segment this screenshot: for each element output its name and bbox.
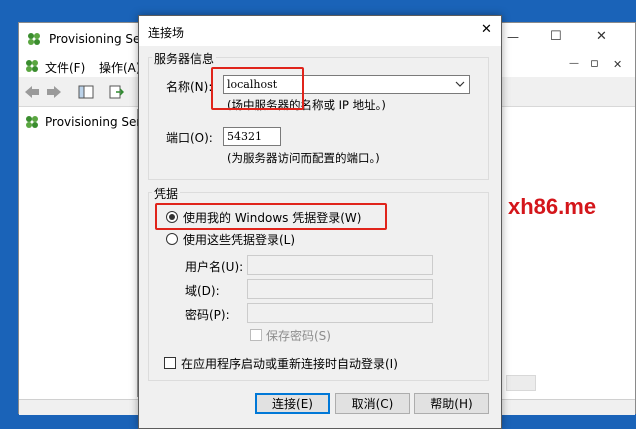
username-input[interactable] xyxy=(247,255,433,275)
port-value: 54321 xyxy=(227,130,262,143)
connect-farm-dialog: 连接场 ✕ 服务器信息 名称(N): localhost (场中服务器的名称或 … xyxy=(138,15,502,429)
provisioning-icon xyxy=(25,115,39,129)
desktop: { "app": { "title": "Provisioning Se", "… xyxy=(0,0,636,429)
port-hint: (为服务器访问而配置的端口。) xyxy=(227,151,380,165)
name-label: 名称(N): xyxy=(166,80,213,94)
export-list-icon[interactable] xyxy=(107,83,125,101)
inner-minimize-button[interactable]: — xyxy=(569,58,579,69)
inner-close-button[interactable]: ✕ xyxy=(613,58,622,71)
port-input[interactable]: 54321 xyxy=(223,127,281,146)
password-label: 密码(P): xyxy=(185,308,230,322)
console-menu-icon[interactable] xyxy=(25,59,39,73)
tree-item-provisioning[interactable]: Provisioning Ser xyxy=(21,113,142,131)
auto-login-checkbox[interactable] xyxy=(164,357,176,369)
save-password-checkbox[interactable] xyxy=(250,329,262,341)
dialog-close-button[interactable]: ✕ xyxy=(481,22,492,37)
help-button[interactable]: 帮助(H) xyxy=(414,393,489,414)
maximize-button[interactable]: ☐ xyxy=(550,29,562,44)
auto-login-label[interactable]: 在应用程序启动或重新连接时自动登录(I) xyxy=(181,355,398,372)
horizontal-scrollbar[interactable] xyxy=(506,375,536,391)
inner-restore-button[interactable]: ▫ xyxy=(590,56,599,71)
dialog-titlebar: 连接场 ✕ xyxy=(139,16,501,46)
watermark: xh86.me xyxy=(508,194,597,219)
connect-button[interactable]: 连接(E) xyxy=(255,393,330,414)
forward-arrow-icon[interactable] xyxy=(45,83,63,101)
save-password-label: 保存密码(S) xyxy=(266,329,331,343)
cancel-button[interactable]: 取消(C) xyxy=(335,393,410,414)
minimize-button[interactable]: — xyxy=(507,30,519,44)
password-input[interactable] xyxy=(247,303,433,323)
chevron-down-icon[interactable] xyxy=(454,78,466,90)
use-these-credentials-label[interactable]: 使用这些凭据登录(L) xyxy=(183,231,295,248)
tree-item-label: Provisioning Ser xyxy=(45,115,142,129)
app-icon xyxy=(27,32,41,46)
server-info-group-label: 服务器信息 xyxy=(152,50,217,67)
domain-label: 域(D): xyxy=(185,284,220,298)
menu-file[interactable]: 文件(F) xyxy=(45,59,85,76)
close-button[interactable]: ✕ xyxy=(596,29,607,44)
menu-action[interactable]: 操作(A) xyxy=(99,59,141,76)
show-hide-tree-icon[interactable] xyxy=(77,83,95,101)
name-highlight-box xyxy=(211,67,304,110)
tree-pane: Provisioning Ser xyxy=(19,109,142,397)
domain-input[interactable] xyxy=(247,279,433,299)
windows-credentials-highlight-box xyxy=(155,203,387,230)
username-label: 用户名(U): xyxy=(185,260,244,274)
console-title: Provisioning Se xyxy=(49,32,141,46)
dialog-title: 连接场 xyxy=(148,26,185,40)
port-label: 端口(O): xyxy=(166,131,213,145)
credentials-group-label: 凭据 xyxy=(152,185,181,202)
use-these-credentials-radio[interactable] xyxy=(166,233,178,245)
back-arrow-icon[interactable] xyxy=(23,83,41,101)
